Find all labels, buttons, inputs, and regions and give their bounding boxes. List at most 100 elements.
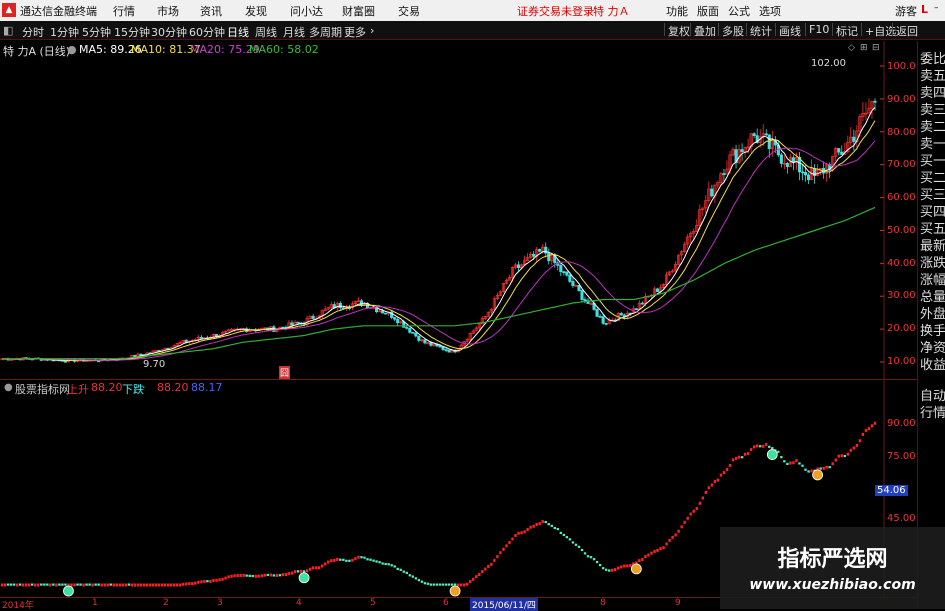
- indicator-dot: [275, 574, 279, 578]
- period-1min[interactable]: 1分钟: [50, 24, 79, 40]
- period-monthly[interactable]: 月线: [283, 24, 305, 40]
- tool-f10[interactable]: F10: [805, 23, 829, 36]
- menu-item-layout[interactable]: 版面: [697, 3, 719, 19]
- indicator-dot: [743, 452, 747, 456]
- menu-item-wealth[interactable]: 财富圈: [342, 3, 375, 19]
- minimize-icon[interactable]: –: [934, 3, 939, 13]
- menu-item-function[interactable]: 功能: [666, 3, 688, 19]
- period-weekly[interactable]: 周线: [255, 24, 277, 40]
- panel-item-quote[interactable]: 行情: [920, 402, 945, 421]
- candle-body: [63, 360, 67, 363]
- panel-item-earnings[interactable]: 收益: [920, 354, 945, 373]
- indicator-dot: [127, 583, 131, 586]
- candle-body: [577, 285, 581, 291]
- collapse-icon[interactable]: ◧: [3, 24, 13, 37]
- period-30min[interactable]: 30分钟: [151, 24, 187, 40]
- candle-body: [133, 354, 137, 358]
- event-marker[interactable]: 囧: [279, 366, 291, 379]
- indicator-dot: [185, 582, 188, 586]
- indicator-dot: [553, 526, 556, 530]
- indicator-dot: [502, 547, 505, 551]
- candle-body: [837, 148, 841, 153]
- candle-body: [290, 322, 294, 326]
- period-intraday[interactable]: 分时: [22, 24, 44, 40]
- candle-body: [411, 332, 415, 334]
- indicator-dot: [505, 544, 508, 548]
- tool-draw[interactable]: 画线: [775, 23, 801, 38]
- indicator-dot: [629, 564, 632, 568]
- stock-name: 特 力Ａ: [593, 5, 630, 18]
- indicator-dot: [324, 562, 327, 566]
- menu-item-trade[interactable]: 交易: [398, 3, 420, 19]
- menu-item-news[interactable]: 资讯: [200, 3, 222, 19]
- indicator-dot: [837, 454, 840, 458]
- period-multi[interactable]: 多周期: [309, 24, 342, 40]
- tool-mark[interactable]: 标记: [832, 23, 858, 38]
- menu-item-discover[interactable]: 发现: [245, 3, 267, 19]
- guest-label[interactable]: 游客: [895, 3, 917, 19]
- price-axis-label: 100.0: [887, 61, 916, 72]
- tool-restore-rights[interactable]: 复权: [664, 23, 690, 38]
- indicator-dot: [780, 456, 783, 459]
- indicator-dot: [6, 583, 10, 586]
- indicator-dot: [713, 480, 717, 484]
- login-notice[interactable]: 证券交易未登录: [517, 3, 594, 19]
- ma20-line: [1, 140, 876, 361]
- indicator-dot: [393, 565, 396, 568]
- menu-item-ask[interactable]: 问小达: [290, 3, 323, 19]
- indicator-dot: [626, 564, 629, 568]
- signal-marker: [766, 449, 778, 460]
- indicator-dot: [465, 582, 469, 586]
- candle-body: [640, 302, 644, 305]
- menu-item-market[interactable]: 市场: [157, 3, 179, 19]
- candle-body: [562, 271, 566, 274]
- time-axis-label: 2: [163, 598, 169, 608]
- indicator-dot: [375, 560, 378, 563]
- indicator-dot: [701, 496, 705, 500]
- indicator-dot: [333, 558, 336, 562]
- cursor-date-label: 2015/06/11/四: [470, 598, 538, 611]
- period-15min[interactable]: 15分钟: [114, 24, 150, 40]
- candle-body: [296, 321, 300, 324]
- candle-body: [444, 349, 448, 351]
- indicator-dot: [414, 577, 418, 580]
- indicator-dot: [345, 559, 348, 562]
- period-60min[interactable]: 60分钟: [189, 24, 225, 40]
- indicator-dot: [245, 574, 248, 577]
- indicator-dot: [595, 560, 599, 564]
- period-daily[interactable]: 日线: [227, 24, 249, 40]
- tool-add-watchlist[interactable]: +自选: [861, 23, 896, 38]
- indicator-dot: [384, 562, 387, 566]
- indicator-dot: [487, 564, 490, 568]
- candle-body: [429, 342, 433, 346]
- indicator-dot: [768, 445, 771, 448]
- tool-overlay[interactable]: 叠加: [690, 23, 716, 38]
- period-5min[interactable]: 5分钟: [82, 24, 111, 40]
- signal-marker: [63, 585, 74, 597]
- menu-item-formula[interactable]: 公式: [728, 3, 750, 19]
- tool-multi-stock[interactable]: 多股: [718, 23, 744, 38]
- indicator-dot: [731, 458, 735, 462]
- candle-body: [604, 323, 608, 325]
- indicator-dot: [441, 583, 445, 586]
- indicator-dot: [565, 536, 569, 539]
- menu-item-options[interactable]: 选项: [759, 3, 781, 19]
- indicator-dot: [43, 583, 46, 586]
- chevron-right-icon[interactable]: ›: [370, 24, 374, 37]
- candle-body: [710, 188, 714, 197]
- candlestick-chart[interactable]: [0, 41, 917, 379]
- indicator-dot: [182, 582, 185, 586]
- indicator-axis-label: 45.00: [887, 513, 916, 524]
- candle-body: [311, 315, 315, 319]
- indicator-dot: [577, 545, 581, 548]
- indicator-dot: [807, 470, 810, 473]
- tool-back[interactable]: 返回: [892, 23, 918, 38]
- price-axis-label: 10.00: [887, 356, 916, 367]
- indicator-dot: [230, 574, 233, 578]
- tool-stats[interactable]: 统计: [746, 23, 772, 38]
- indicator-dot: [64, 583, 67, 586]
- candle-body: [441, 346, 445, 350]
- menu-item-quotes[interactable]: 行情: [113, 3, 135, 19]
- period-more[interactable]: 更多: [344, 24, 366, 40]
- indicator-dot: [568, 538, 572, 541]
